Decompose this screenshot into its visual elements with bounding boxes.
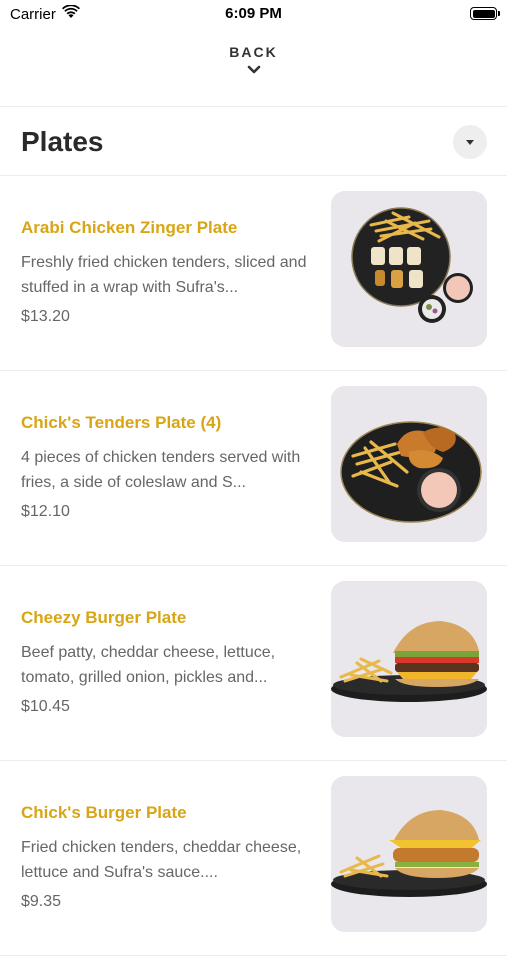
battery-icon [470, 7, 500, 20]
menu-item-description: Beef patty, cheddar cheese, lettuce, tom… [21, 644, 276, 686]
menu-item-image [331, 581, 487, 737]
menu-item[interactable]: Arabi Chicken Zinger Plate Freshly fried… [0, 176, 507, 371]
menu-item-image [331, 191, 487, 347]
menu-item-price: $9.35 [21, 893, 62, 910]
menu-item-name: Chick's Tenders Plate (4) [21, 413, 222, 432]
section-title: Plates [21, 126, 104, 157]
back-label: BACK [229, 44, 278, 60]
menu-item[interactable]: Chick's Burger Plate Fried chicken tende… [0, 761, 507, 956]
menu-item-name: Arabi Chicken Zinger Plate [21, 218, 238, 237]
menu-item-text: Chick's Burger Plate Fried chicken tende… [21, 803, 311, 911]
menu-item-price: $13.20 [21, 308, 70, 325]
section-collapse-button[interactable] [453, 125, 487, 159]
menu-item-image [331, 776, 487, 932]
menu-item[interactable]: Cheezy Burger Plate Beef patty, cheddar … [0, 566, 507, 761]
menu-item[interactable]: Chick's Tenders Plate (4) 4 pieces of ch… [0, 371, 507, 566]
top-divider [0, 106, 507, 107]
menu-list: Arabi Chicken Zinger Plate Freshly fried… [0, 176, 507, 956]
menu-item-name: Chick's Burger Plate [21, 803, 187, 822]
menu-item-text: Arabi Chicken Zinger Plate Freshly fried… [21, 218, 311, 326]
menu-item-price: $12.10 [21, 503, 70, 520]
menu-item-description: 4 pieces of chicken tenders served with … [21, 449, 301, 491]
menu-item-image [331, 386, 487, 542]
caret-down-icon [465, 133, 475, 151]
menu-item-description: Fried chicken tenders, cheddar cheese, l… [21, 839, 302, 881]
status-bar: Carrier 6:09 PM [0, 0, 507, 28]
menu-item-price: $10.45 [21, 698, 70, 715]
menu-item-name: Cheezy Burger Plate [21, 608, 187, 627]
menu-item-description: Freshly fried chicken tenders, sliced an… [21, 254, 307, 296]
status-time: 6:09 PM [225, 5, 282, 22]
chevron-down-icon [247, 62, 261, 80]
menu-item-text: Chick's Tenders Plate (4) 4 pieces of ch… [21, 413, 311, 521]
back-button[interactable]: BACK [0, 44, 507, 104]
section-header: Plates [0, 108, 507, 176]
menu-item-text: Cheezy Burger Plate Beef patty, cheddar … [21, 608, 311, 716]
